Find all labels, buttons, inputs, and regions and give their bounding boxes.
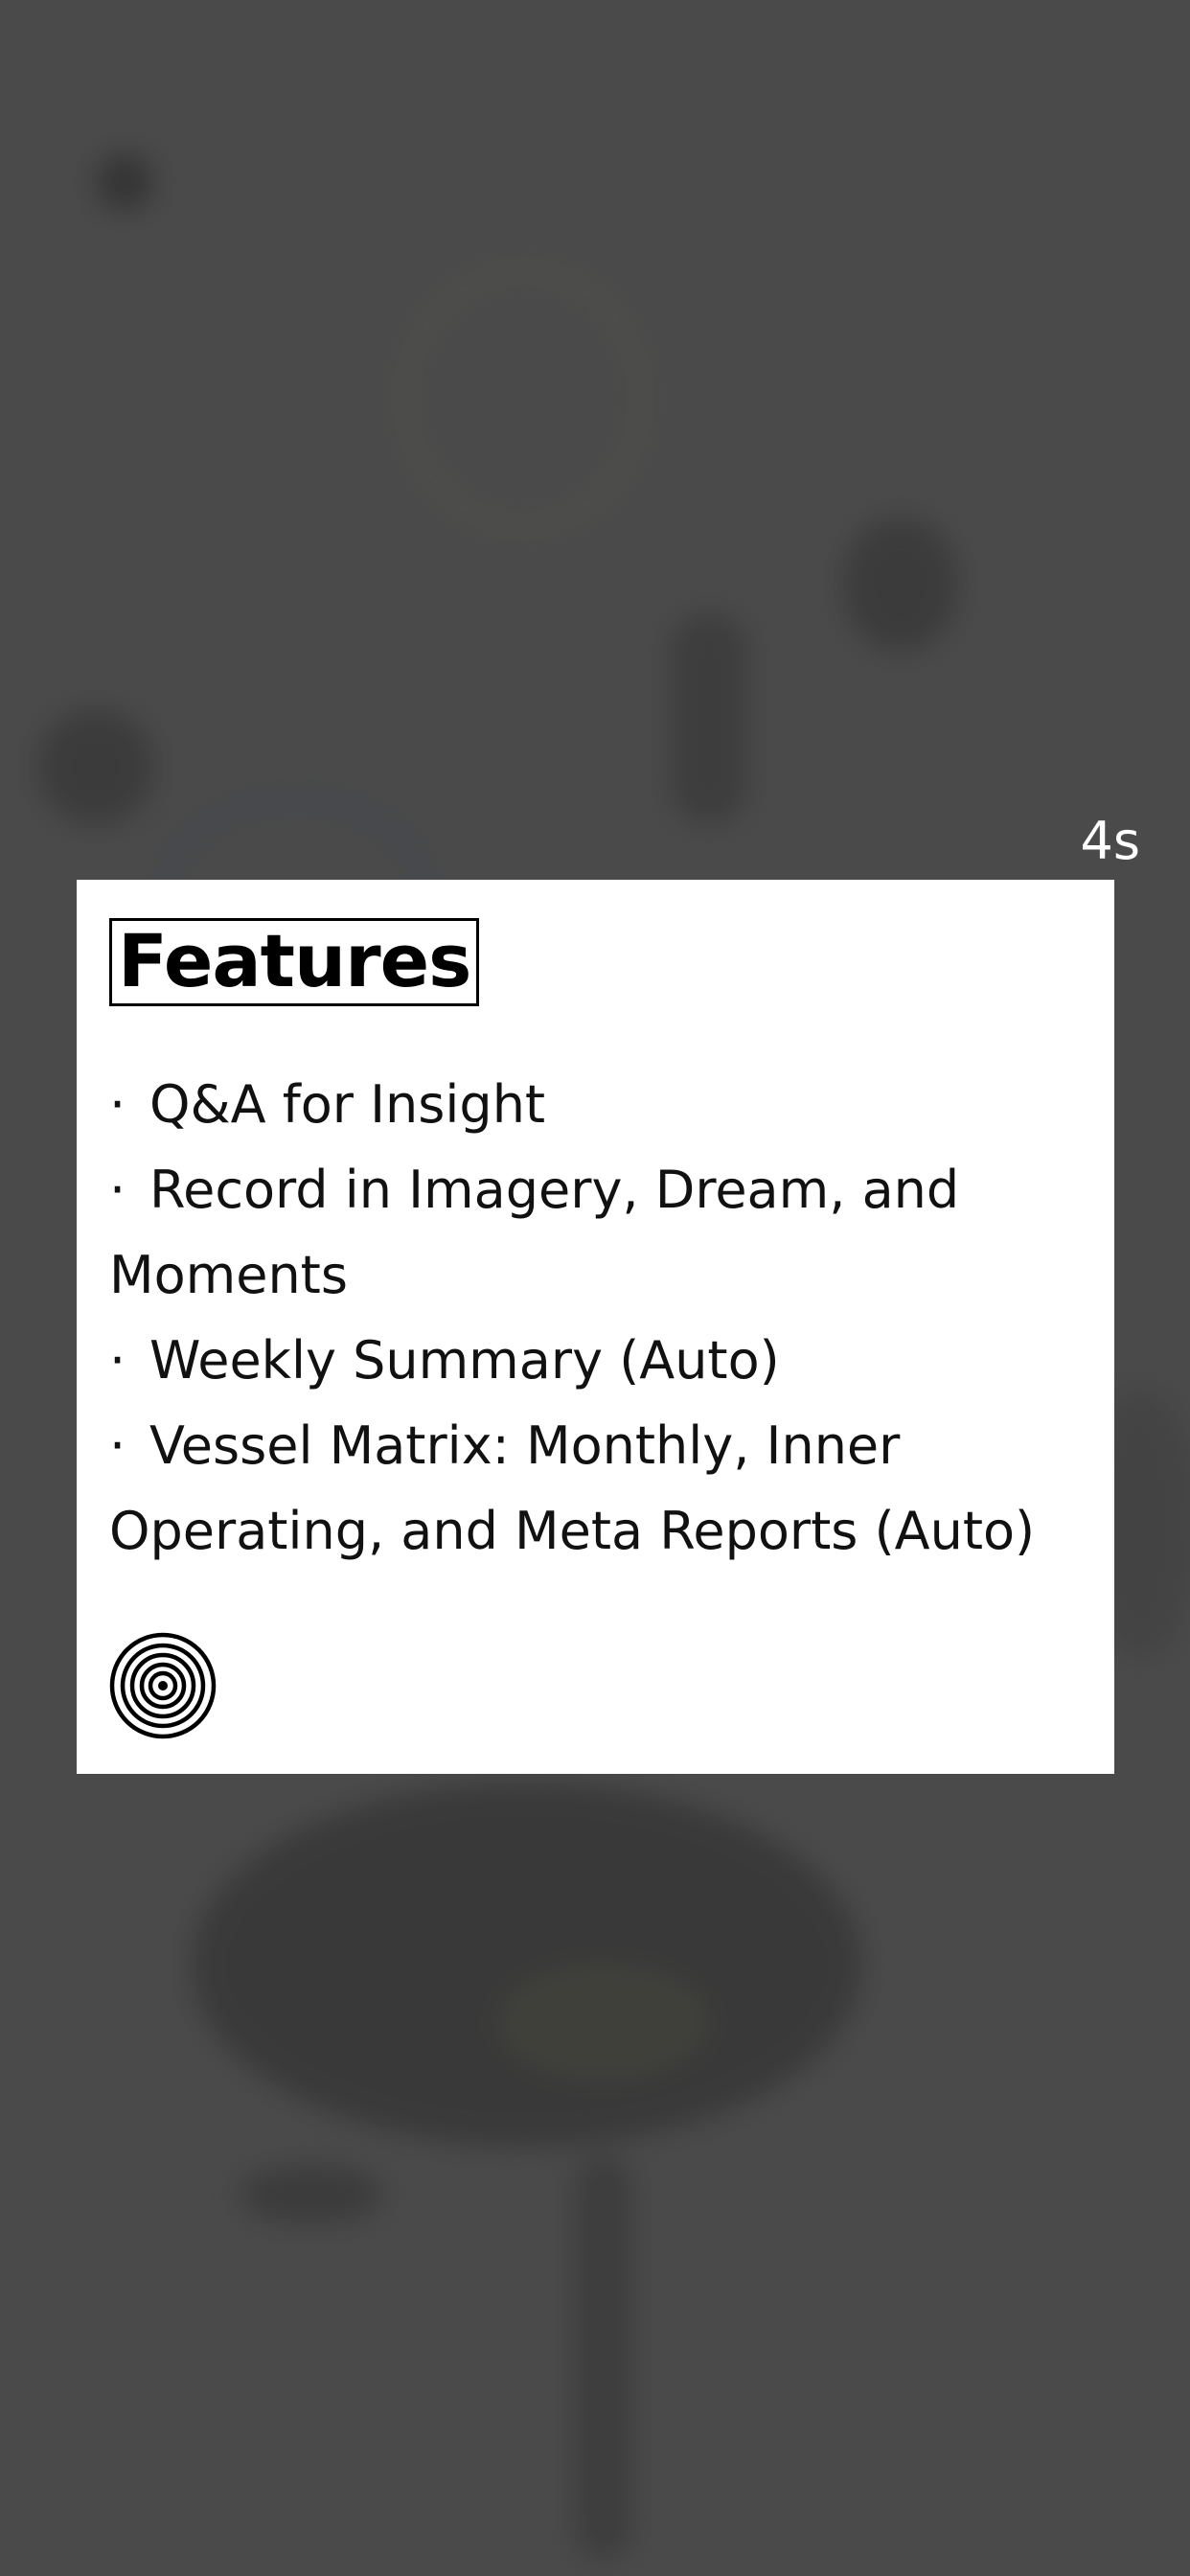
feature-item-label: Vessel Matrix: Monthly, Inner Operating,… <box>109 1415 1036 1561</box>
bg-leaf-shape <box>498 1965 709 2080</box>
modal-title: Features <box>109 918 480 1006</box>
feature-item: · Weekly Summary (Auto) <box>109 1318 1077 1403</box>
bg-ring-shape <box>402 268 644 529</box>
bg-leaf-shape <box>240 2166 383 2223</box>
bullet: · <box>109 1415 126 1476</box>
bullet: · <box>109 1074 126 1135</box>
concentric-circles-icon <box>109 1632 217 1739</box>
bg-leaf-shape <box>38 709 153 824</box>
bg-close-icon <box>96 153 153 211</box>
feature-item-label: Record in Imagery, Dream, and Moments <box>109 1160 960 1305</box>
bg-leaf-shape <box>671 613 747 824</box>
feature-item: · Record in Imagery, Dream, and Moments <box>109 1147 1077 1318</box>
countdown-timer: 4s <box>1080 811 1141 871</box>
bullet: · <box>109 1160 126 1220</box>
features-modal[interactable]: Features · Q&A for Insight · Record in Ima… <box>77 880 1114 1774</box>
feature-item-label: Q&A for Insight <box>149 1074 546 1135</box>
bullet: · <box>109 1330 126 1391</box>
bg-leaf-shape <box>843 518 958 652</box>
bg-stem-shape <box>575 2156 632 2559</box>
feature-list: · Q&A for Insight · Record in Imagery, Dre… <box>109 1062 1077 1574</box>
feature-item-label: Weekly Summary (Auto) <box>149 1330 780 1391</box>
feature-item: · Q&A for Insight <box>109 1062 1077 1147</box>
feature-item: · Vessel Matrix: Monthly, Inner Operating… <box>109 1403 1077 1574</box>
bg-leaf-shape <box>192 1782 862 2147</box>
